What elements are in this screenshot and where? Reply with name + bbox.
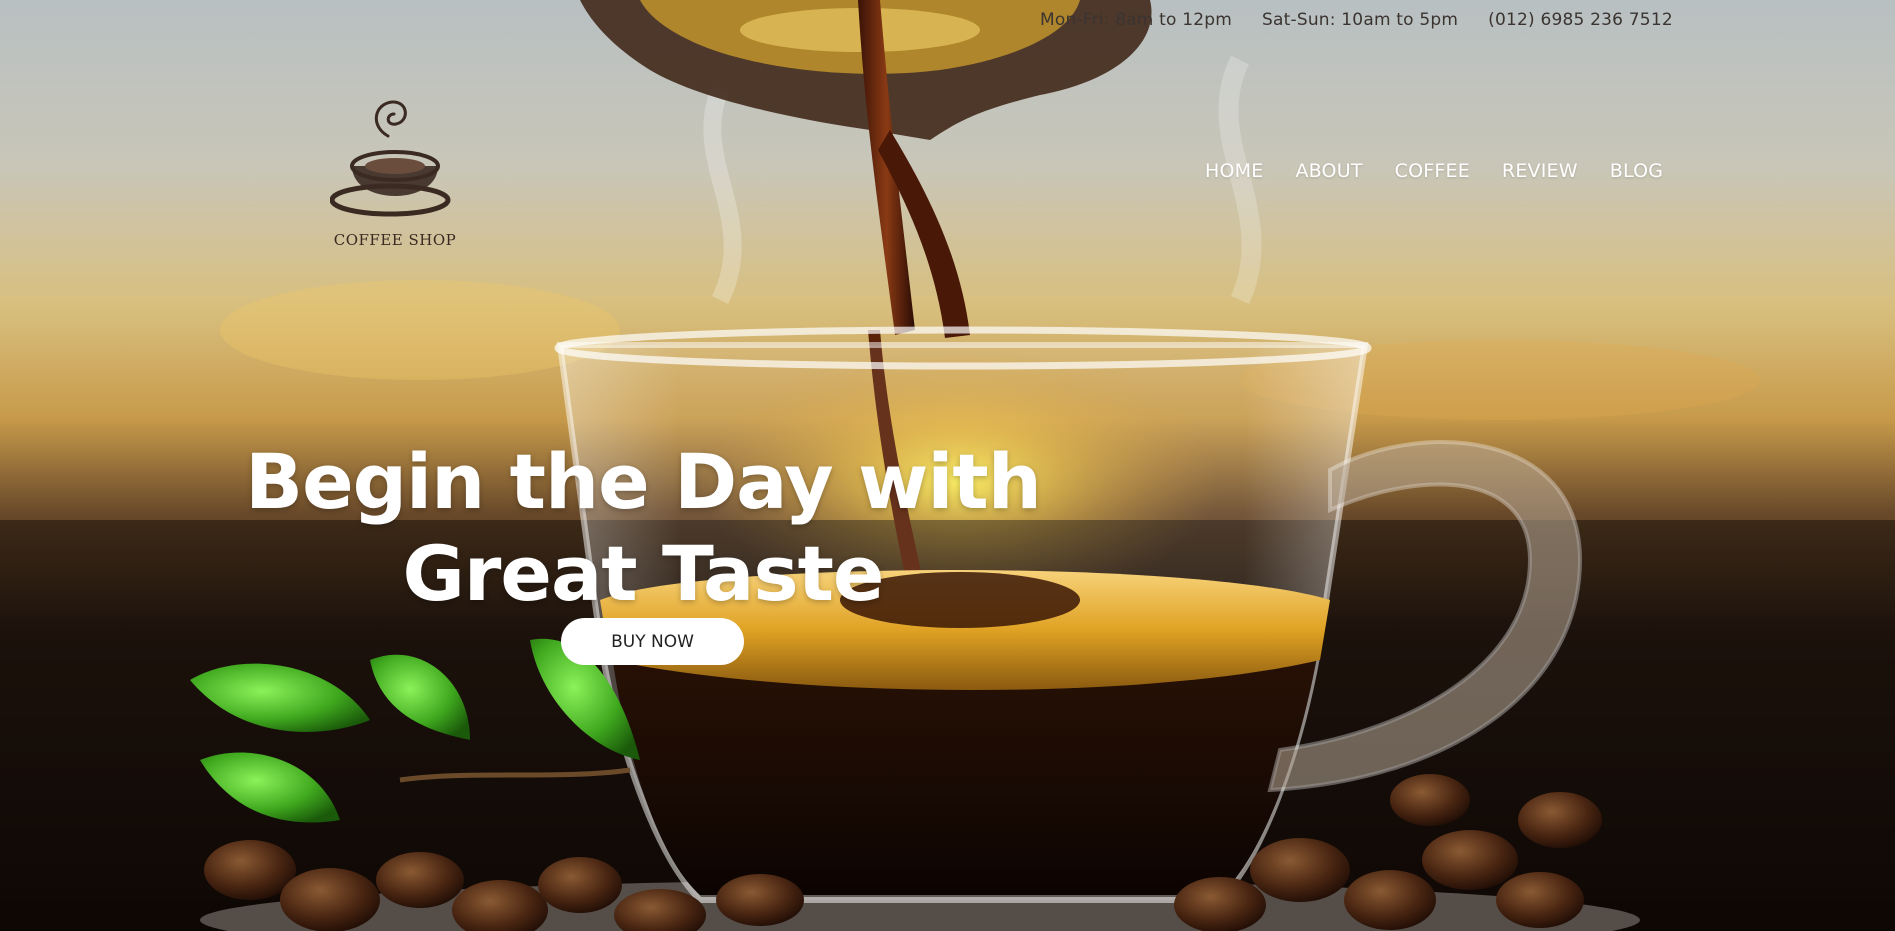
nav-item-about[interactable]: ABOUT (1295, 160, 1362, 182)
coffee-cup-icon (330, 100, 451, 217)
hero-title-line2: Great Taste (402, 529, 885, 618)
weekend-hours: Sat-Sun: 10am to 5pm (1262, 10, 1459, 30)
site-logo[interactable]: COFFEE SHOP (325, 96, 465, 256)
buy-now-button[interactable]: BUY NOW (561, 618, 744, 665)
nav-item-review[interactable]: REVIEW (1502, 160, 1578, 182)
main-nav: HOME ABOUT COFFEE REVIEW BLOG (1205, 160, 1663, 182)
nav-item-blog[interactable]: BLOG (1610, 160, 1663, 182)
top-info-bar: Mon-Fri: 8am to 12pm Sat-Sun: 10am to 5p… (1040, 10, 1673, 30)
hero-title: Begin the Day with Great Taste (240, 436, 1046, 620)
weekday-hours: Mon-Fri: 8am to 12pm (1040, 10, 1233, 30)
nav-item-home[interactable]: HOME (1205, 160, 1263, 182)
nav-item-coffee[interactable]: COFFEE (1395, 160, 1470, 182)
phone-number[interactable]: (012) 6985 236 7512 (1488, 10, 1673, 30)
hero-title-line1: Begin the Day with (245, 437, 1042, 526)
logo-text: COFFEE SHOP (333, 231, 457, 249)
